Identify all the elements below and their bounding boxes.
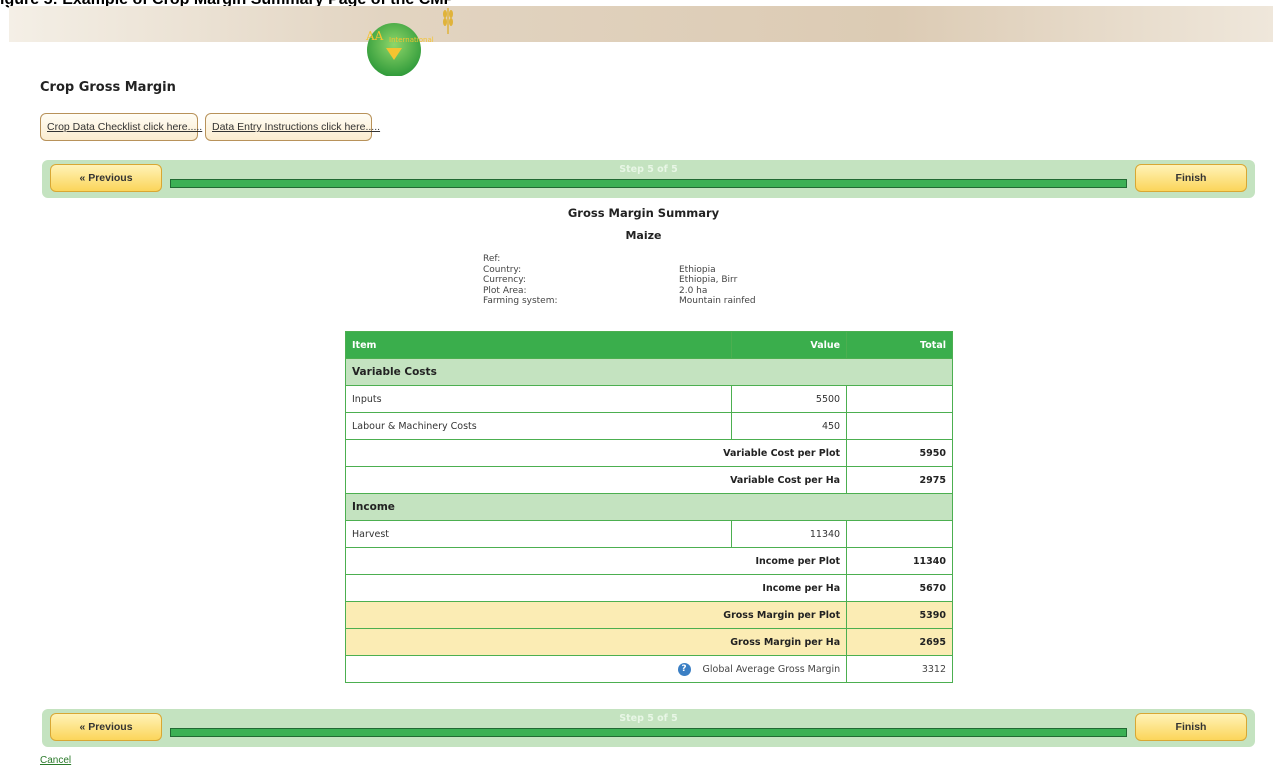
finish-button[interactable]: Finish xyxy=(1135,164,1247,192)
meta-key: Country: xyxy=(483,264,522,275)
header-banner xyxy=(9,6,1273,42)
progress-bar xyxy=(170,728,1127,737)
row-total-income-plot: 11340 xyxy=(846,547,953,575)
table-row: Labour & Machinery Costs 450 xyxy=(344,412,953,440)
row-value-labour: 450 xyxy=(731,412,848,440)
col-header-total: Total xyxy=(846,331,953,359)
table-row: Inputs 5500 xyxy=(344,385,953,413)
table-row: Income per Ha 5670 xyxy=(344,574,953,602)
crop-data-checklist-link[interactable]: Crop Data Checklist click here..... xyxy=(40,113,202,141)
gross-margin-table: Item Value Total Variable Costs Inputs 5… xyxy=(344,331,953,683)
summary-meta: Ref: Country: Ethiopia Currency: Ethiopia,… xyxy=(483,254,756,307)
row-label-income-ha: Income per Ha xyxy=(344,574,848,602)
row-label-income-plot: Income per Plot xyxy=(344,547,848,575)
row-total-empty xyxy=(846,520,953,548)
progress-bar xyxy=(170,179,1127,188)
row-label-global-average: Global Average Gross Margin xyxy=(702,663,841,675)
row-total-gm-plot: 5390 xyxy=(846,601,953,629)
help-icon[interactable]: ? xyxy=(677,662,691,676)
aa-international-logo: AA International xyxy=(365,8,453,76)
row-total-global-average: 3312 xyxy=(846,655,953,683)
meta-value: 2.0 ha xyxy=(679,285,708,296)
row-label-gm-plot: Gross Margin per Plot xyxy=(344,601,848,629)
logo-subtext: International xyxy=(389,36,434,44)
previous-button[interactable]: « Previous xyxy=(50,164,162,192)
meta-key: Plot Area: xyxy=(483,285,527,296)
section-label: Income xyxy=(345,493,953,521)
table-row: Income per Plot 11340 xyxy=(344,547,953,575)
row-total-var-cost-ha: 2975 xyxy=(846,466,953,494)
section-variable-costs: Variable Costs xyxy=(345,358,953,386)
page-title: Crop Gross Margin xyxy=(40,80,176,95)
previous-button[interactable]: « Previous xyxy=(50,713,162,741)
row-value-inputs: 5500 xyxy=(731,385,848,413)
cancel-link[interactable]: Cancel xyxy=(40,755,71,766)
table-row: Harvest 11340 xyxy=(344,520,953,548)
meta-row-plot-area: Plot Area: 2.0 ha xyxy=(483,286,756,297)
row-label-var-cost-plot: Variable Cost per Plot xyxy=(344,439,848,467)
table-row: Variable Cost per Plot 5950 xyxy=(344,439,953,467)
row-label-gm-ha: Gross Margin per Ha xyxy=(344,628,848,656)
meta-key: Currency: xyxy=(483,275,526,285)
summary-title: Gross Margin Summary xyxy=(567,206,720,220)
step-navigation-top: « Previous Step 5 of 5 Finish xyxy=(42,160,1255,198)
table-row: Variable Cost per Ha 2975 xyxy=(344,466,953,494)
global-average-cell: ? Global Average Gross Margin xyxy=(344,655,848,683)
meta-value: Ethiopia, Birr xyxy=(679,275,738,285)
logo-text: AA xyxy=(365,29,384,43)
row-label-harvest: Harvest xyxy=(344,520,733,548)
table-row: Gross Margin per Ha 2695 xyxy=(344,628,953,656)
row-value-harvest: 11340 xyxy=(731,520,848,548)
meta-row-country: Country: Ethiopia xyxy=(483,265,756,276)
col-header-value: Value xyxy=(731,331,848,359)
table-row: Gross Margin per Plot 5390 xyxy=(344,601,953,629)
step-label: Step 5 of 5 xyxy=(619,713,678,724)
meta-row-farming-system: Farming system: Mountain rainfed xyxy=(483,296,756,307)
section-income: Income xyxy=(345,493,953,521)
table-header-row: Item Value Total xyxy=(344,331,953,359)
row-label-inputs: Inputs xyxy=(344,385,733,413)
row-total-empty xyxy=(846,385,953,413)
row-total-gm-ha: 2695 xyxy=(846,628,953,656)
row-total-var-cost-plot: 5950 xyxy=(846,439,953,467)
col-header-item: Item xyxy=(344,331,733,359)
row-label-labour: Labour & Machinery Costs xyxy=(344,412,733,440)
row-label-var-cost-ha: Variable Cost per Ha xyxy=(344,466,848,494)
step-navigation-bottom: « Previous Step 5 of 5 Finish xyxy=(42,709,1255,747)
meta-key: Ref: xyxy=(483,254,501,264)
meta-row-currency: Currency: Ethiopia, Birr xyxy=(483,275,756,286)
table-row: ? Global Average Gross Margin 3312 xyxy=(344,655,953,683)
row-total-income-ha: 5670 xyxy=(846,574,953,602)
meta-row-ref: Ref: xyxy=(483,254,756,265)
section-label: Variable Costs xyxy=(345,358,953,386)
finish-button[interactable]: Finish xyxy=(1135,713,1247,741)
row-total-empty xyxy=(846,412,953,440)
meta-value: Mountain rainfed xyxy=(679,296,756,306)
data-entry-instructions-link[interactable]: Data Entry Instructions click here..... xyxy=(205,113,380,141)
meta-key: Farming system: xyxy=(483,296,558,306)
step-label: Step 5 of 5 xyxy=(619,164,678,175)
meta-value: Ethiopia xyxy=(679,264,716,275)
crop-name: Maize xyxy=(625,229,662,242)
